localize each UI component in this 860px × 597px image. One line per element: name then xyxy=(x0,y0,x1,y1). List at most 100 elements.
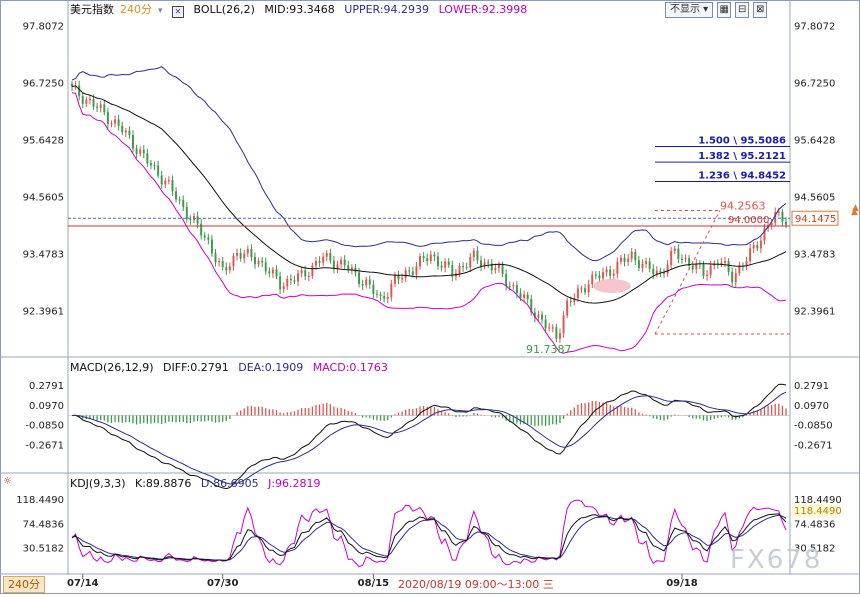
candle-body xyxy=(250,248,253,258)
candle-body xyxy=(544,319,547,329)
candle-body xyxy=(300,270,303,274)
candle-body xyxy=(340,259,343,265)
candle-body xyxy=(246,248,249,254)
candle-body xyxy=(261,260,264,263)
candle-body xyxy=(225,267,228,271)
candle-body xyxy=(497,265,500,269)
candle-body xyxy=(562,315,565,334)
candle-body xyxy=(777,211,780,213)
period-tab[interactable]: 240分 xyxy=(3,576,45,593)
candle-body xyxy=(652,268,655,275)
candle-body xyxy=(515,285,518,294)
candle-body xyxy=(408,270,411,272)
candle-body xyxy=(218,261,221,263)
candle-body xyxy=(78,85,81,97)
kdj-label: KDJ(9,3,3) xyxy=(70,477,126,490)
candle-body xyxy=(415,266,418,275)
candle-body xyxy=(612,273,615,276)
macd-tick-left: -0.2671 xyxy=(25,441,64,452)
candle-body xyxy=(749,248,752,262)
candle-body xyxy=(304,270,307,277)
candle-body xyxy=(756,245,759,249)
macd-tick-right: -0.2671 xyxy=(794,441,833,452)
candle-body xyxy=(587,284,590,293)
candle-body xyxy=(271,269,274,274)
hide-dropdown[interactable]: 不显示 ▾ xyxy=(665,2,714,18)
candle-body xyxy=(623,257,626,262)
candle-body xyxy=(706,274,709,276)
candle-body xyxy=(397,275,400,280)
candle-body xyxy=(637,260,640,269)
candle-body xyxy=(124,130,127,133)
candle-body xyxy=(727,260,730,272)
candle-body xyxy=(433,254,436,257)
candle-body xyxy=(114,119,117,124)
macd-tick-right: -0.0850 xyxy=(794,421,833,432)
candle-body xyxy=(88,99,91,101)
kdj-d-line xyxy=(71,514,787,561)
candle-body xyxy=(254,257,256,265)
candle-body xyxy=(724,260,726,263)
chart-canvas[interactable]: ☼ 97.8072 97.8072 96.7250 96.7250 95.6428 95.6… xyxy=(0,0,860,594)
candle-body xyxy=(128,130,131,136)
candle-body xyxy=(411,271,414,275)
candle-body xyxy=(677,248,680,259)
price-tick-right: 94.5605 xyxy=(794,192,835,203)
candle-body xyxy=(393,275,396,284)
candle-body xyxy=(648,261,651,269)
macd-panel-header: MACD(26,12,9) DIFF:0.2791 DEA:0.1909 MAC… xyxy=(70,360,394,376)
boll-upper-line xyxy=(71,66,787,262)
low-label: 91.7387 xyxy=(526,343,572,356)
close-button[interactable]: ⊠ xyxy=(753,2,768,18)
candle-body xyxy=(569,300,572,302)
close-icon: ⊠ xyxy=(756,4,765,15)
candle-body xyxy=(336,264,339,269)
candle-body xyxy=(121,125,124,133)
panel-toolbar: 不显示 ▾ ▦ ⊟ ⊠ xyxy=(665,2,768,18)
candle-body xyxy=(558,333,561,339)
candle-body xyxy=(630,251,633,259)
candle-body xyxy=(419,256,422,267)
candle-body xyxy=(239,252,242,259)
candle-body xyxy=(289,278,292,281)
candle-body xyxy=(580,288,583,290)
candle-body xyxy=(541,314,544,320)
candle-body xyxy=(110,123,113,125)
candle-body xyxy=(297,273,300,282)
time-label: 08/15 xyxy=(358,578,390,589)
candle-body xyxy=(734,273,737,283)
candle-body xyxy=(322,256,325,263)
candle-body xyxy=(465,267,468,269)
candle-body xyxy=(598,275,601,279)
candle-body xyxy=(666,264,669,274)
candle-body xyxy=(594,274,597,276)
kdj-current-label: 118.4490 xyxy=(794,506,842,517)
candle-body xyxy=(673,248,676,251)
candle-body xyxy=(372,284,375,294)
candle-body xyxy=(537,314,540,318)
macd-tick-right: 0.2791 xyxy=(794,381,829,392)
candle-body xyxy=(659,270,662,273)
period-info: 2020/08/19 09:00～13:00 三 xyxy=(398,578,554,591)
candle-body xyxy=(555,327,558,339)
price-tick-left: 95.6428 xyxy=(23,135,64,146)
candle-body xyxy=(731,271,734,283)
kdj-j: J:96.2819 xyxy=(268,477,321,490)
candle-body xyxy=(619,257,622,262)
watermark-logo: FX678 xyxy=(730,545,823,575)
minimize-button[interactable]: ⊟ xyxy=(735,2,750,18)
candle-body xyxy=(759,240,762,249)
boll-mid-line xyxy=(71,85,787,304)
candle-body xyxy=(785,221,787,225)
candle-body xyxy=(221,261,224,268)
candle-body xyxy=(440,265,443,268)
grid-button[interactable]: ▦ xyxy=(717,2,732,18)
fib-label: 1.500 \ 95.5086 xyxy=(698,136,786,147)
candle-body xyxy=(584,288,587,293)
candle-body xyxy=(149,163,152,166)
candle-body xyxy=(311,265,314,277)
candle-body xyxy=(171,180,174,192)
dropdown-icon[interactable]: ▾ xyxy=(158,6,163,16)
boll-toggle-icon[interactable]: ✕ xyxy=(172,6,185,18)
candle-body xyxy=(139,149,142,154)
